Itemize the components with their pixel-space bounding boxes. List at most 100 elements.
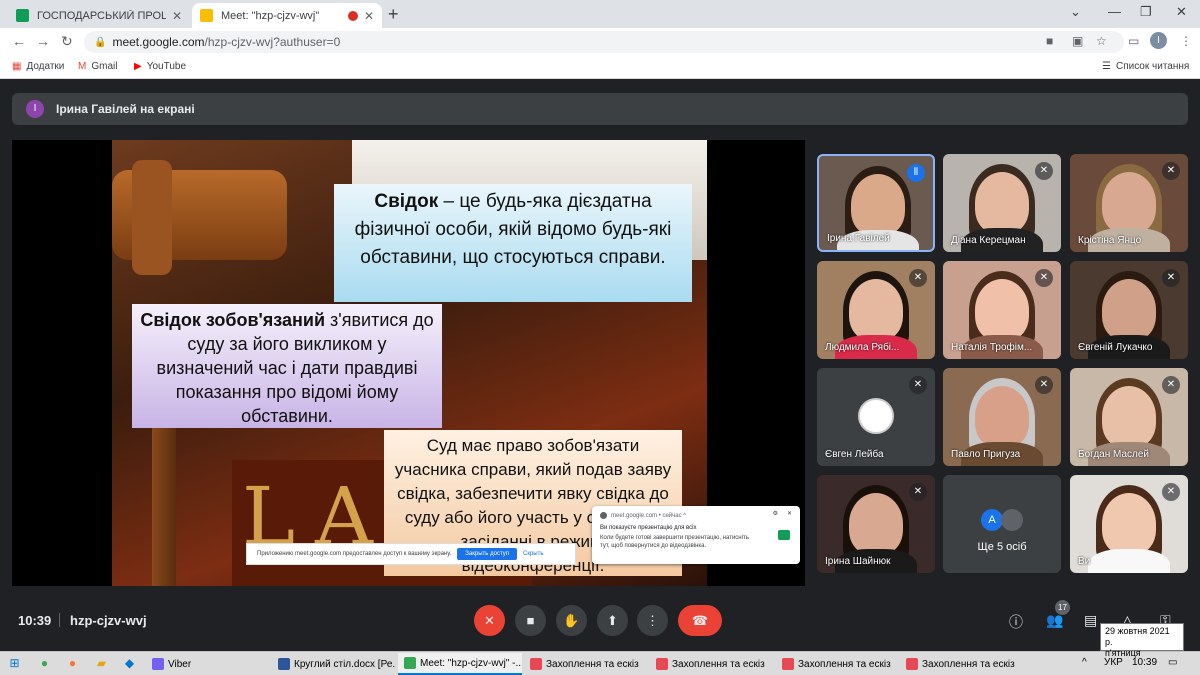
participant-name: Наталія Трофім...: [951, 342, 1033, 353]
maximize-button[interactable]: ❐: [1140, 4, 1152, 20]
participant-face: [975, 172, 1029, 234]
participant-tile[interactable]: ✕ Крістіна Янцо: [1070, 154, 1188, 252]
reading-list-icon: ☰: [1102, 61, 1111, 72]
bookmark-apps[interactable]: ▦ Додатки: [12, 61, 64, 72]
end-call-button[interactable]: ☎: [678, 605, 722, 636]
meet-icon: [200, 9, 213, 22]
tab-gospodarskyi[interactable]: ГОСПОДАРСЬКИЙ ПРОЦЕС Пр ✕: [8, 3, 190, 28]
screen-share-icon[interactable]: ▣: [1072, 34, 1083, 48]
participant-tile[interactable]: ✕ Наталія Трофім...: [943, 261, 1061, 359]
taskbar-item[interactable]: Захоплення та ескіз: [650, 653, 774, 675]
gavel-band: [132, 160, 172, 275]
date-tooltip: 29 жовтня 2021 р. п'ятниця: [1100, 623, 1184, 658]
close-icon[interactable]: ✕: [787, 510, 792, 517]
participant-face: [849, 279, 903, 341]
camera-toggle-button[interactable]: ■: [515, 605, 546, 636]
bookmark-youtube[interactable]: ▶ YouTube: [134, 61, 186, 72]
close-window-button[interactable]: ✕: [1176, 4, 1187, 20]
sheets-icon: [16, 9, 29, 22]
participant-tile[interactable]: ⦀ Ірина Гавілей: [817, 154, 935, 252]
self-tile[interactable]: ✕ Ви: [1070, 475, 1188, 573]
camera-icon[interactable]: ■: [1046, 34, 1053, 48]
snip-icon: [782, 658, 794, 670]
tray-chevron-icon[interactable]: ^: [1082, 657, 1087, 668]
snip-icon: [530, 658, 542, 670]
slide-box-witness-definition: Свідок – це будь-яка дієздатна фізичної …: [334, 184, 692, 302]
participant-face: [975, 279, 1029, 341]
participant-name: Ірина Шайнюк: [825, 556, 891, 567]
present-button[interactable]: ⬆: [597, 605, 628, 636]
minimize-button[interactable]: —: [1108, 4, 1121, 19]
mic-toggle-button[interactable]: ✕: [474, 605, 505, 636]
taskbar-item[interactable]: Meet: "hzp-cjzv-wvj" -...: [398, 653, 522, 675]
new-tab-button[interactable]: +: [388, 4, 399, 25]
taskbar-item[interactable]: Захоплення та ескіз: [900, 653, 1024, 675]
popup-source: meet.google.com • сейчас ^: [611, 512, 687, 519]
participant-tile[interactable]: ✕ Євгеній Лукачко: [1070, 261, 1188, 359]
forward-button[interactable]: →: [36, 33, 50, 49]
windows-taskbar: ⊞ ● ● ▰ ◆ Viber Круглий стіл.docx [Ре...…: [0, 651, 1200, 675]
more-participants-label: Ще 5 осіб: [977, 541, 1027, 553]
popup-body: Коли будете готові завершити презентацію…: [600, 535, 749, 549]
participant-tile[interactable]: ✕ Євген Лейба: [817, 368, 935, 466]
taskbar-item[interactable]: Круглий стіл.docx [Ре...: [272, 653, 396, 675]
participant-avatar: [1001, 509, 1023, 531]
chat-icon[interactable]: ▤: [1084, 612, 1097, 629]
hide-notice-link[interactable]: Скрыть: [523, 551, 543, 557]
vscode-icon[interactable]: ◆: [121, 655, 138, 672]
popup-title: Ви показуєте презентацію для всіх: [600, 525, 697, 531]
taskbar-item[interactable]: Захоплення та ескіз: [524, 653, 648, 675]
close-tab-icon[interactable]: ✕: [364, 9, 374, 23]
browser-tab-bar: ГОСПОДАРСЬКИЙ ПРОЦЕС Пр ✕ Meet: "hzp-cjz…: [0, 0, 1200, 28]
windows-start-icon[interactable]: ⊞: [6, 655, 23, 672]
menu-dots-icon[interactable]: ⋮: [1180, 34, 1192, 48]
raise-hand-button[interactable]: ✋: [556, 605, 587, 636]
chrome-icon: [404, 657, 416, 669]
participant-torso: [1088, 549, 1170, 573]
stop-sharing-button[interactable]: Закрыть доступ: [457, 548, 517, 560]
participant-tile[interactable]: ✕ Діана Керецман: [943, 154, 1061, 252]
taskbar-item[interactable]: Захоплення та ескіз: [776, 653, 900, 675]
more-options-button[interactable]: ⋮: [637, 605, 668, 636]
tab-search-icon[interactable]: ⌄: [1070, 4, 1081, 20]
bookmark-star-icon[interactable]: ☆: [1096, 34, 1107, 48]
meeting-info-icon[interactable]: ⓘ: [1009, 612, 1023, 632]
meet-logo-icon: [778, 530, 790, 540]
gmail-icon: M: [78, 61, 87, 72]
participant-name: Павло Пригуза: [951, 449, 1021, 460]
close-tab-icon[interactable]: ✕: [172, 9, 182, 23]
participant-tile[interactable]: ✕ Ірина Шайнюк: [817, 475, 935, 573]
mic-muted-icon: ✕: [909, 483, 927, 501]
taskbar-label: Круглий стіл.docx [Ре...: [294, 658, 396, 670]
tab-meet[interactable]: Meet: "hzp-cjzv-wvj" ✕: [192, 3, 382, 28]
mic-muted-icon: ✕: [1162, 376, 1180, 394]
participant-face: [1102, 493, 1156, 555]
mic-muted-icon: ✕: [1162, 269, 1180, 287]
firefox-icon[interactable]: ●: [64, 655, 81, 672]
presenting-notification[interactable]: meet.google.com • сейчас ^ Ви показуєте …: [592, 506, 800, 564]
participant-tile[interactable]: ✕ Павло Пригуза: [943, 368, 1061, 466]
reload-button[interactable]: ↻: [61, 33, 73, 50]
profile-avatar[interactable]: I: [1150, 32, 1167, 49]
participant-tile[interactable]: ✕ Богдан Маслей: [1070, 368, 1188, 466]
file-explorer-icon[interactable]: ▰: [93, 655, 110, 672]
bookmark-gmail[interactable]: M Gmail: [78, 61, 117, 72]
mic-muted-icon: ✕: [1162, 162, 1180, 180]
reading-list[interactable]: ☰ Список читання: [1102, 61, 1189, 72]
more-participants-tile[interactable]: А Ще 5 осіб: [943, 475, 1061, 573]
snip-icon: [906, 658, 918, 670]
cast-icon[interactable]: ▭: [1128, 34, 1139, 48]
settings-icon[interactable]: ⚙: [773, 510, 778, 517]
participant-tile[interactable]: ✕ Людмила Рябі...: [817, 261, 935, 359]
box1-bold: Свідок: [374, 191, 439, 212]
back-button[interactable]: ←: [12, 33, 26, 49]
chrome-icon[interactable]: ●: [36, 655, 53, 672]
divider: [59, 613, 60, 627]
recording-indicator-icon: [347, 10, 358, 21]
participant-name: Ви: [1078, 556, 1091, 567]
taskbar-item[interactable]: Viber: [146, 653, 268, 675]
meeting-code: hzp-cjzv-wvj: [70, 613, 147, 628]
taskbar-label: Захоплення та ескіз: [922, 658, 1015, 670]
participant-face: [849, 493, 903, 555]
url-input[interactable]: 🔒 meet.google.com/hzp-cjzv-wvj?authuser=…: [84, 31, 1124, 53]
